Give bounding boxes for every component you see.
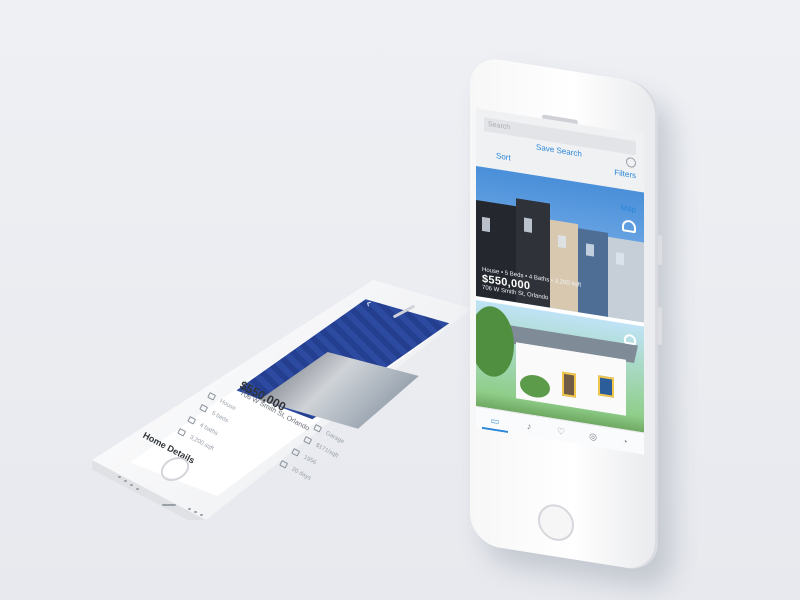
clear-search-icon[interactable] (626, 156, 636, 169)
standing-phone: Search Sort Filters Save Search Map Hous… (470, 55, 662, 573)
building-image (608, 236, 644, 323)
listing-card[interactable]: Map House • 5 Beds • 4 Baths • 3,200 sqf… (476, 165, 644, 323)
volume-button (658, 234, 662, 266)
window-detail (616, 252, 624, 266)
home-tab[interactable]: ▭ (488, 414, 502, 428)
detail-label: Garage (324, 430, 345, 446)
home-icon: ▭ (490, 414, 500, 427)
explore-tab[interactable]: ◎ (586, 429, 600, 443)
detail-year: 1956 (291, 448, 317, 466)
hourglass-icon (279, 460, 289, 469)
detail-label: $171/sqft (314, 442, 340, 460)
building-image (578, 228, 608, 317)
power-button (658, 306, 662, 346)
calendar-icon (291, 448, 301, 457)
lightning-port (162, 504, 176, 506)
favorites-tab[interactable]: ♡ (554, 424, 568, 438)
detail-label: 1956 (302, 454, 318, 467)
search-results-screen: Search Sort Filters Save Search Map Hous… (476, 107, 644, 455)
lying-phone: ‹ $550,000 706 W Smith St, Orlando House… (92, 280, 472, 520)
detail-label: 20 days (290, 466, 312, 482)
window-detail (586, 243, 594, 257)
speaker-hole (130, 484, 133, 486)
speaker-hole (124, 480, 127, 482)
window-detail (524, 217, 532, 233)
house-door (562, 371, 576, 398)
speaker-hole (194, 511, 197, 513)
tree (476, 303, 514, 380)
favorite-heart-icon[interactable] (622, 219, 636, 234)
favorite-heart-icon[interactable] (624, 333, 636, 346)
house-window (598, 375, 614, 398)
price-per-sqft-icon (303, 436, 313, 445)
speaker-hole (136, 488, 139, 490)
window-detail (482, 216, 490, 233)
bell-icon: ♪ (526, 420, 532, 432)
speaker-hole (118, 476, 121, 478)
heart-icon: ♡ (556, 425, 566, 437)
notifications-tab[interactable]: ♪ (522, 419, 536, 433)
filters-button[interactable]: Filters (614, 168, 636, 180)
detail-days: 20 days (279, 460, 312, 482)
speaker-hole (200, 514, 203, 516)
compass-icon: ◎ (589, 430, 597, 442)
map-button[interactable]: Map (620, 203, 636, 214)
sort-button[interactable]: Sort (496, 151, 511, 162)
more-icon: ◔ (622, 436, 628, 447)
more-tab[interactable]: ◔ (618, 434, 632, 448)
speaker-hole (188, 508, 191, 510)
window-detail (558, 234, 566, 249)
